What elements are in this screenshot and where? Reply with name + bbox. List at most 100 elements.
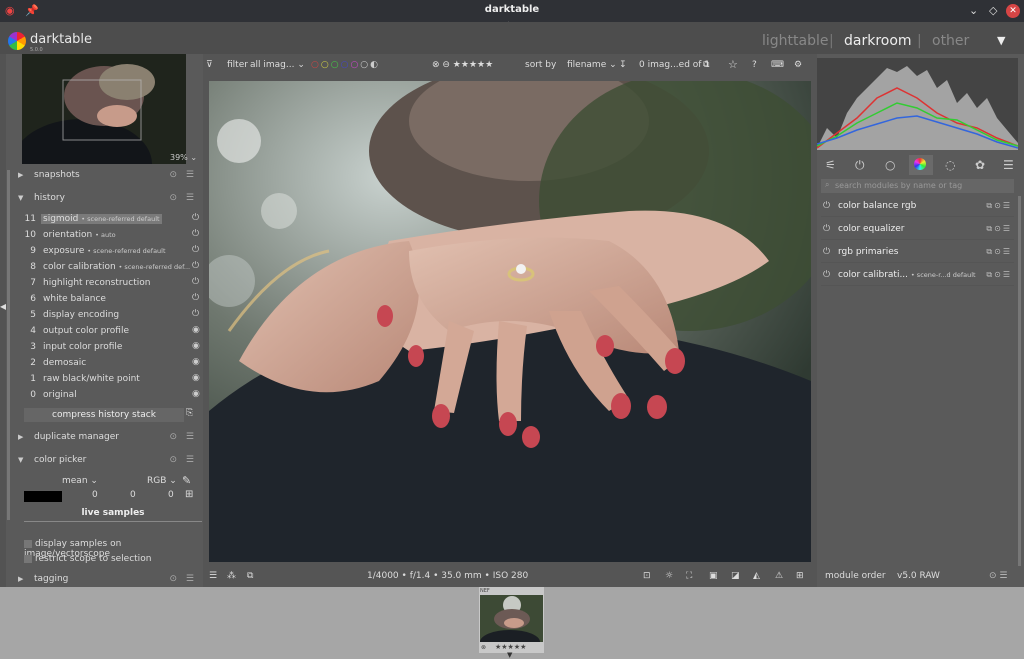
reset-icon[interactable]: ⊙ ☰ xyxy=(170,432,197,442)
views-menu-icon[interactable]: ▼ xyxy=(997,34,1005,47)
cp-mode-select[interactable]: mean ⌄ xyxy=(62,476,98,486)
history-item[interactable]: 3input color profile ◉ xyxy=(24,340,203,356)
history-item[interactable]: 9exposure • scene-referred default⏻ xyxy=(24,244,203,260)
tab-color-icon[interactable] xyxy=(914,158,926,170)
view-other[interactable]: other xyxy=(932,33,969,49)
help-icon[interactable]: ? xyxy=(752,60,757,70)
module-duplicate-manager[interactable]: ▶ duplicate manager ⊙ ☰ xyxy=(12,428,203,448)
power-icon[interactable]: ⏻ xyxy=(823,247,830,257)
star-overlay-icon[interactable]: ☆ xyxy=(728,58,738,71)
module-actions-icon[interactable]: ⧉⊙☰ xyxy=(986,270,1012,280)
bottom-panel-toggle-icon[interactable]: ▼ xyxy=(507,651,512,659)
history-item[interactable]: 1raw black/white point ◉ xyxy=(24,372,203,388)
tab-correct-icon[interactable]: ◌ xyxy=(945,158,955,172)
history-item[interactable]: 4output color profile ◉ xyxy=(24,324,203,340)
processing-module[interactable]: ⏻color balance rgb ⧉⊙☰ xyxy=(821,197,1014,217)
eyedropper-icon[interactable]: ✎ xyxy=(182,474,191,487)
module-actions-icon[interactable]: ⧉⊙☰ xyxy=(986,224,1012,234)
power-icon[interactable]: ⏻ xyxy=(823,224,830,234)
maximize-icon[interactable]: ◇ xyxy=(989,4,997,17)
histogram[interactable] xyxy=(817,58,1018,150)
second-window-icon[interactable]: ⧉ xyxy=(247,571,253,581)
history-item-tag: • scene-referred default xyxy=(81,215,159,223)
cp-space-select[interactable]: RGB ⌄ xyxy=(147,476,177,486)
color-labels-filter[interactable]: ○○○○○○◐ xyxy=(311,60,380,70)
module-search-input[interactable]: search modules by name or tag xyxy=(821,179,1014,193)
iso12646-lightbulb-icon[interactable]: ☼ xyxy=(665,571,673,581)
module-snapshots[interactable]: ▶ snapshots ⊙ ☰ xyxy=(12,166,203,186)
history-item[interactable]: 7highlight reconstruction ⏻ xyxy=(24,276,203,292)
main-image[interactable] xyxy=(209,81,811,562)
checkbox-box[interactable] xyxy=(24,540,32,548)
navigation-thumbnail[interactable] xyxy=(22,54,186,164)
history-item[interactable]: 8color calibration • scene-referred def.… xyxy=(24,260,203,276)
sort-value: filename xyxy=(567,60,606,70)
grouping-icon[interactable]: ⧉ xyxy=(703,60,709,70)
history-item-label: raw black/white point xyxy=(43,374,140,384)
filmstrip-thumbnail[interactable]: NEF ⊗ ★★★★★ xyxy=(479,587,544,653)
module-history[interactable]: ▼ history ⊙ ☰ xyxy=(12,189,203,209)
reject-icon[interactable]: ⊗ xyxy=(481,644,486,651)
history-item-label: input color profile xyxy=(43,342,122,352)
reset-icon[interactable]: ⊙ ☰ xyxy=(170,574,197,584)
create-style-icon[interactable]: ⎘ xyxy=(186,408,193,418)
history-item[interactable]: 0original ◉ xyxy=(24,388,203,404)
close-button[interactable]: ✕ xyxy=(1006,4,1020,18)
reset-icon[interactable]: ⊙ ☰ xyxy=(170,455,197,465)
restrict-scope-checkbox[interactable]: restrict scope to selection xyxy=(24,554,151,564)
presets-menu-icon[interactable]: ☰ xyxy=(1003,158,1014,172)
raw-overexposed-icon[interactable]: ⊡ xyxy=(643,571,651,581)
history-item-label: orientation • auto xyxy=(43,230,116,240)
quick-access-icon[interactable]: ☰ xyxy=(209,571,217,581)
sort-order-icon[interactable]: ↧ xyxy=(619,60,627,70)
styles-icon[interactable]: ⁂ xyxy=(227,571,236,581)
shortcuts-icon[interactable]: ⌨ xyxy=(771,60,784,70)
history-item-number: 10 xyxy=(24,230,36,240)
left-scrollbar[interactable] xyxy=(7,170,10,520)
processing-module[interactable]: ⏻color calibrati... • scene-r...d defaul… xyxy=(821,266,1014,286)
tab-quick-access-icon[interactable]: ⚟ xyxy=(825,158,836,172)
zoom-level[interactable]: 39% ⌄ xyxy=(170,153,197,162)
processing-module[interactable]: ⏻color equalizer ⧉⊙☰ xyxy=(821,220,1014,240)
thumbnail-stars[interactable]: ★★★★★ xyxy=(495,643,526,651)
history-item-number: 5 xyxy=(24,310,36,320)
tab-effect-icon[interactable]: ✿ xyxy=(975,158,985,172)
history-item-name: white balance xyxy=(43,294,106,304)
bottom-toolbar: ☰ ⁂ ⧉ 1/4000 • f/1.4 • 35.0 mm • ISO 280… xyxy=(203,566,817,587)
module-actions-icon[interactable]: ⧉⊙☰ xyxy=(986,247,1012,257)
focus-peaking-icon[interactable]: ⛶ xyxy=(686,571,692,581)
minimize-icon[interactable]: ⌄ xyxy=(969,4,978,17)
module-order-reset-icon[interactable]: ⊙ ☰ xyxy=(989,571,1007,581)
add-sample-icon[interactable]: ⊞ xyxy=(185,489,193,500)
color-assessment-icon[interactable]: ▣ xyxy=(709,571,718,581)
sort-select[interactable]: filename ⌄ xyxy=(567,60,617,70)
history-item[interactable]: 10orientation • auto⏻ xyxy=(24,228,203,244)
view-lighttable[interactable]: lighttable xyxy=(762,33,829,49)
guides-grid-icon[interactable]: ⊞ xyxy=(796,571,804,581)
right-scrollbar[interactable] xyxy=(1018,196,1021,566)
gamut-check-icon[interactable]: ◭ xyxy=(753,571,760,581)
filter-select[interactable]: all imag... ⌄ xyxy=(250,60,305,70)
clipping-warning-icon[interactable]: ⚠ xyxy=(775,571,783,581)
filter-icon[interactable]: ⊽ xyxy=(206,60,213,70)
reset-icon[interactable]: ⊙ ☰ xyxy=(170,193,197,203)
module-color-picker[interactable]: ▼ color picker ⊙ ☰ xyxy=(12,451,203,471)
view-darkroom[interactable]: darkroom xyxy=(844,33,912,49)
checkbox-box[interactable] xyxy=(24,555,32,563)
module-group-tabs: ⚟ ⏻ ○ ◌ ✿ ☰ xyxy=(817,154,1018,176)
preferences-gear-icon[interactable]: ⚙ xyxy=(794,60,802,70)
softproof-icon[interactable]: ◪ xyxy=(731,571,740,581)
history-item[interactable]: 5display encoding ⏻ xyxy=(24,308,203,324)
power-icon[interactable]: ⏻ xyxy=(823,201,830,211)
history-item[interactable]: 6white balance ⏻ xyxy=(24,292,203,308)
power-icon[interactable]: ⏻ xyxy=(823,270,830,280)
reset-icon[interactable]: ⊙ ☰ xyxy=(170,170,197,180)
module-actions-icon[interactable]: ⧉⊙☰ xyxy=(986,201,1012,211)
rating-filter[interactable]: ⊗ ⊖ ★★★★★ xyxy=(432,60,493,70)
processing-module[interactable]: ⏻rgb primaries ⧉⊙☰ xyxy=(821,243,1014,263)
tab-base-icon[interactable]: ○ xyxy=(885,158,895,172)
history-item[interactable]: 2demosaic ◉ xyxy=(24,356,203,372)
compress-history-button[interactable]: compress history stack xyxy=(24,408,184,422)
history-item[interactable]: 11sigmoid • scene-referred default⏻ xyxy=(24,212,203,228)
tab-active-modules-icon[interactable]: ⏻ xyxy=(855,158,865,173)
